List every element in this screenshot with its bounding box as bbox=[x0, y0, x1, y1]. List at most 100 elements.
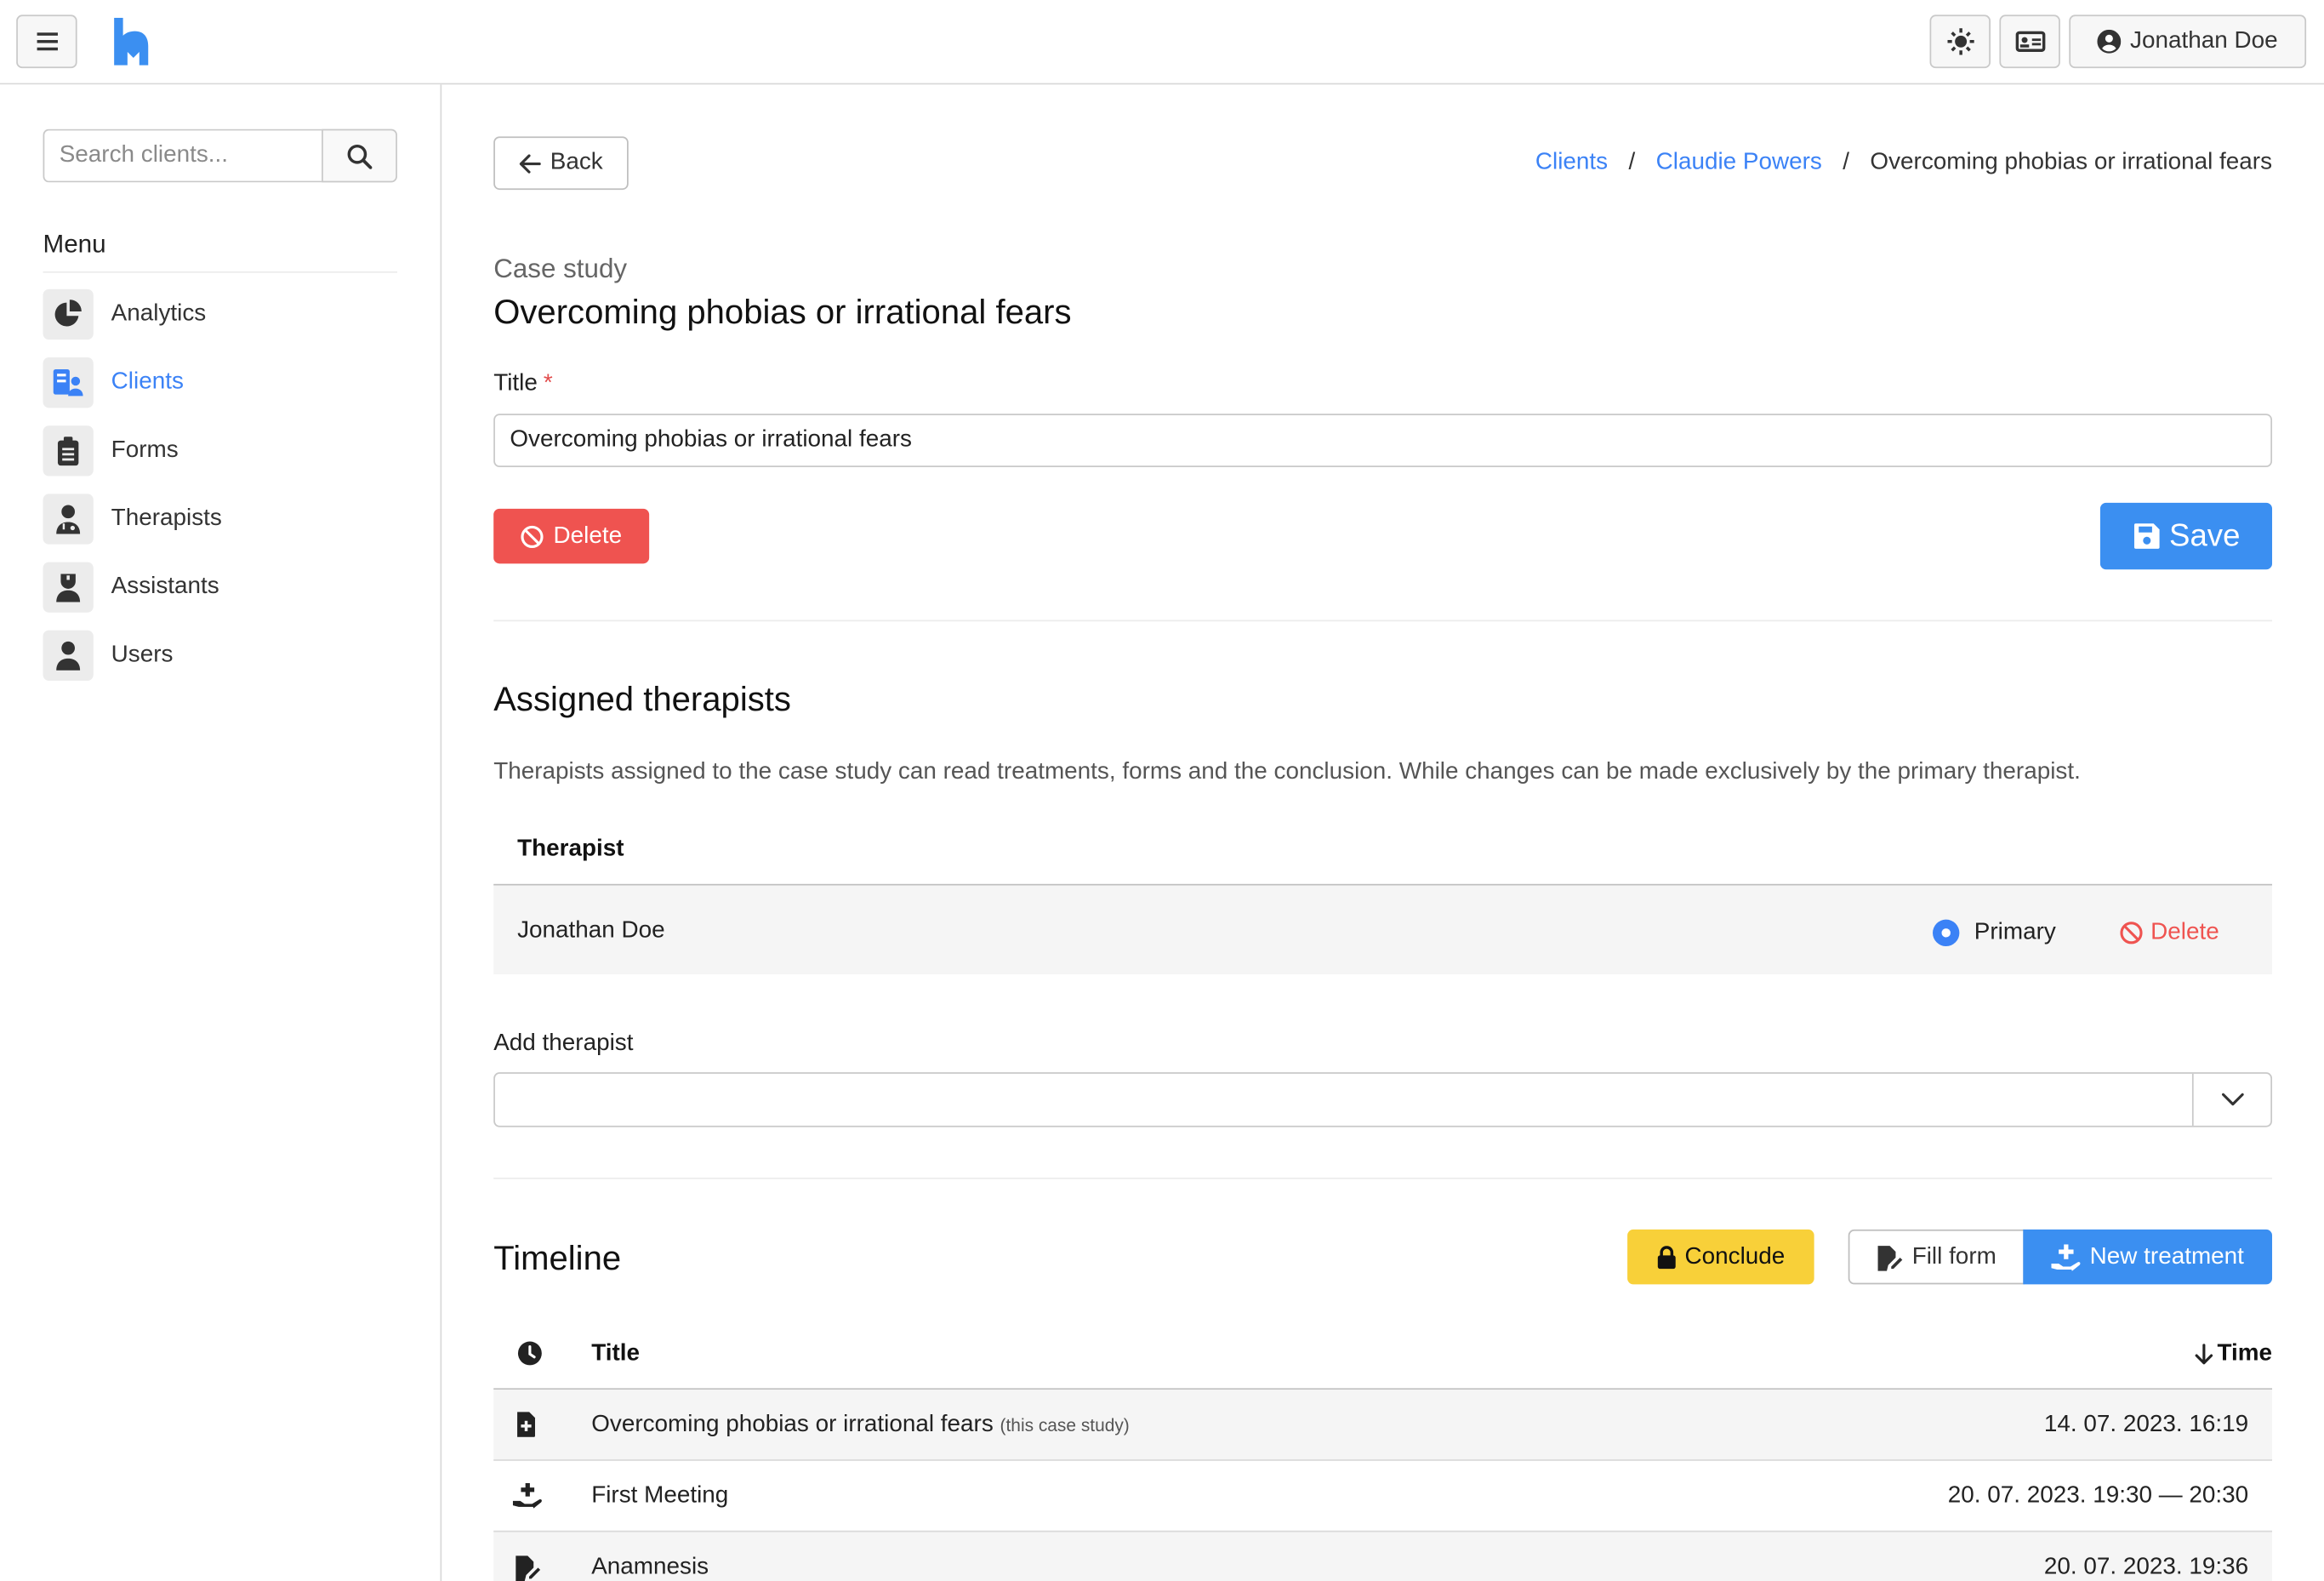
timeline-item-link[interactable]: Anamnesis bbox=[591, 1555, 709, 1581]
app: Jonathan Doe Menu Analytics Clients Form… bbox=[0, 0, 2324, 1581]
sidebar-item-users[interactable]: Users bbox=[43, 630, 174, 682]
new-treatment-label: New treatment bbox=[2089, 1243, 2244, 1270]
chevron-down-icon bbox=[2221, 1093, 2243, 1106]
user-icon bbox=[43, 630, 94, 682]
theme-toggle-button[interactable] bbox=[1929, 14, 1991, 69]
hand-plus-icon bbox=[512, 1482, 543, 1515]
floppy-disk-icon bbox=[2133, 523, 2159, 549]
pie-chart-icon bbox=[43, 288, 94, 340]
menu-toggle-button[interactable] bbox=[16, 14, 77, 69]
breadcrumb-current: Overcoming phobias or irrational fears bbox=[1870, 150, 2273, 175]
remove-therapist-button[interactable]: Delete bbox=[2120, 920, 2219, 946]
fill-form-button[interactable]: Fill form bbox=[1848, 1229, 2025, 1285]
new-treatment-button[interactable]: New treatment bbox=[2023, 1229, 2273, 1285]
back-button[interactable]: Back bbox=[493, 136, 629, 191]
sidebar-item-label: Forms bbox=[111, 437, 179, 463]
page-kicker: Case study bbox=[493, 254, 628, 283]
arrow-left-icon bbox=[520, 153, 542, 173]
sidebar-item-assistants[interactable]: Assistants bbox=[43, 562, 219, 613]
main-content: Back Clients / Claudie Powers / Overcomi… bbox=[441, 84, 2324, 1581]
sidebar-item-label: Assistants bbox=[111, 574, 219, 600]
user-name: Jonathan Doe bbox=[2130, 28, 2278, 54]
title-label-text: Title bbox=[493, 370, 538, 397]
user-menu-button[interactable]: Jonathan Doe bbox=[2069, 14, 2307, 69]
ban-icon bbox=[2120, 922, 2143, 945]
sidebar-item-label: Users bbox=[111, 642, 174, 668]
back-label: Back bbox=[550, 150, 603, 175]
timeline-heading: Timeline bbox=[493, 1238, 622, 1277]
sidebar-item-therapists[interactable]: Therapists bbox=[43, 494, 222, 545]
save-button[interactable]: Save bbox=[2099, 502, 2273, 570]
id-card-button[interactable] bbox=[1999, 14, 2060, 69]
hamburger-icon bbox=[36, 32, 58, 51]
timeline-item-title-text: Overcoming phobias or irrational fears bbox=[591, 1412, 994, 1437]
menu-title: Menu bbox=[43, 230, 106, 259]
search-button[interactable] bbox=[322, 128, 397, 183]
ban-icon bbox=[521, 525, 544, 548]
user-circle-icon bbox=[2097, 29, 2122, 54]
timeline-item-time: 20. 07. 2023. 19:36 bbox=[2043, 1554, 2249, 1580]
breadcrumb-separator: / bbox=[1843, 150, 1850, 175]
conclude-button[interactable]: Conclude bbox=[1627, 1229, 1814, 1285]
file-edit-icon bbox=[515, 1555, 543, 1581]
therapists-description: Therapists assigned to the case study ca… bbox=[493, 759, 2081, 785]
title-input[interactable] bbox=[493, 414, 2273, 468]
title-field-label: Title * bbox=[493, 371, 552, 397]
page-title: Overcoming phobias or irrational fears bbox=[493, 292, 1072, 331]
save-label: Save bbox=[2169, 518, 2241, 553]
delete-case-button[interactable]: Delete bbox=[493, 508, 650, 564]
breadcrumb-client-link[interactable]: Claudie Powers bbox=[1656, 150, 1822, 176]
hand-plus-icon bbox=[2051, 1243, 2081, 1270]
breadcrumb-clients-link[interactable]: Clients bbox=[1535, 150, 1608, 176]
table-row bbox=[493, 1532, 2273, 1581]
logo-h-icon bbox=[114, 17, 149, 66]
therapist-column-header: Therapist bbox=[517, 836, 624, 862]
title-column-header[interactable]: Title bbox=[591, 1341, 640, 1367]
sidebar-item-analytics[interactable]: Analytics bbox=[43, 288, 207, 340]
sidebar-item-label: Therapists bbox=[111, 505, 222, 531]
top-navbar: Jonathan Doe bbox=[0, 0, 2324, 85]
timeline-item-time: 14. 07. 2023. 16:19 bbox=[2043, 1412, 2249, 1437]
timeline-item-link[interactable]: First Meeting bbox=[591, 1483, 728, 1510]
clipboard-icon bbox=[43, 425, 94, 477]
add-therapist-label: Add therapist bbox=[493, 1030, 634, 1056]
breadcrumb: Clients / Claudie Powers / Overcoming ph… bbox=[1535, 150, 2272, 176]
breadcrumb-separator: / bbox=[1628, 150, 1636, 175]
conclude-label: Conclude bbox=[1684, 1243, 1786, 1270]
file-plus-icon bbox=[515, 1412, 536, 1444]
fill-form-label: Fill form bbox=[1911, 1243, 1996, 1270]
row-divider bbox=[493, 1459, 2273, 1461]
lock-icon bbox=[1657, 1245, 1676, 1269]
search-input[interactable] bbox=[43, 128, 322, 183]
primary-label: Primary bbox=[1974, 919, 2056, 945]
primary-radio[interactable] bbox=[1933, 919, 1960, 947]
doctor-icon bbox=[43, 494, 94, 545]
section-divider bbox=[493, 619, 2273, 622]
logo[interactable] bbox=[111, 17, 150, 72]
id-card-icon bbox=[2014, 31, 2045, 53]
therapist-name-link[interactable]: Jonathan Doe bbox=[517, 918, 665, 945]
search-icon bbox=[347, 144, 373, 168]
sun-icon bbox=[1946, 28, 1974, 55]
client-card-icon bbox=[43, 357, 94, 408]
time-header-label: Time bbox=[2217, 1340, 2273, 1367]
file-edit-icon bbox=[1877, 1245, 1903, 1270]
nurse-icon bbox=[43, 562, 94, 613]
add-therapist-select[interactable] bbox=[493, 1072, 2273, 1127]
sidebar-item-forms[interactable]: Forms bbox=[43, 425, 179, 477]
remove-label: Delete bbox=[2150, 919, 2219, 945]
sidebar-item-label: Clients bbox=[111, 368, 184, 395]
select-toggle[interactable] bbox=[2191, 1073, 2270, 1126]
menu-divider bbox=[43, 271, 397, 273]
arrow-down-icon bbox=[2195, 1343, 2213, 1364]
delete-label: Delete bbox=[553, 522, 623, 549]
time-column-header[interactable]: Time bbox=[2195, 1341, 2272, 1367]
sidebar: Menu Analytics Clients Forms Therapists … bbox=[0, 84, 442, 1581]
sidebar-item-clients[interactable]: Clients bbox=[43, 357, 184, 408]
clock-icon bbox=[517, 1341, 543, 1373]
required-mark: * bbox=[543, 370, 553, 397]
timeline-item-time: 20. 07. 2023. 19:30 — 20:30 bbox=[1947, 1482, 2249, 1509]
timeline-item-note: (this case study) bbox=[1000, 1414, 1130, 1436]
sidebar-item-label: Analytics bbox=[111, 300, 207, 327]
client-search bbox=[43, 128, 397, 183]
